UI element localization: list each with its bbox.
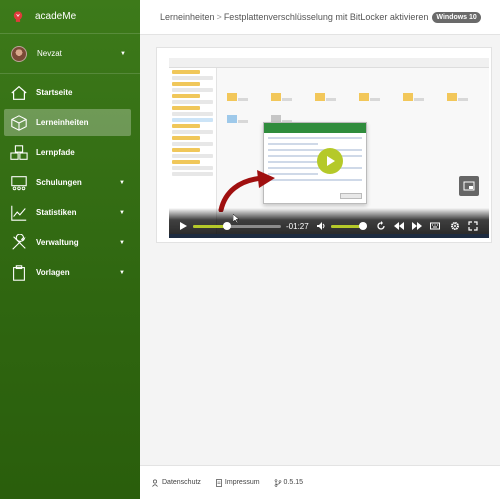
home-icon [10, 84, 28, 102]
privacy-label: Datenschutz [162, 479, 201, 486]
fullscreen-icon [468, 221, 478, 231]
keyboard-icon [430, 222, 440, 230]
sidebar: acadeMe Nevzat ▼ Startseite Lerneinheite… [0, 0, 140, 499]
play-button[interactable] [177, 220, 189, 232]
pip-icon [463, 181, 475, 191]
training-icon [10, 174, 28, 192]
volume-icon [317, 222, 325, 230]
video-frame-taskbar [169, 234, 489, 238]
sidebar-item-startseite[interactable]: Startseite [4, 79, 131, 106]
sidebar-item-label: Schulungen [36, 178, 82, 187]
version-info: 0.5.15 [274, 478, 304, 487]
caret-down-icon: ▼ [119, 269, 125, 276]
sidebar-item-label: Statistiken [36, 208, 77, 217]
rewind-button[interactable] [393, 220, 405, 232]
sidebar-item-label: Startseite [36, 88, 73, 97]
git-branch-icon [274, 478, 281, 487]
progress-fill [193, 225, 228, 228]
time-remaining: -01:27 [286, 222, 309, 231]
imprint-link[interactable]: Impressum [215, 478, 260, 487]
brand[interactable]: acadeMe [0, 0, 140, 34]
video-player[interactable]: -01:27 [169, 58, 489, 238]
picture-in-picture-button[interactable] [459, 176, 479, 196]
clipboard-icon [10, 264, 28, 282]
mouse-cursor-icon [233, 214, 239, 223]
main-content: -01:27 [140, 34, 500, 465]
video-frame-titlebar [169, 58, 489, 68]
red-arrow-icon [218, 170, 275, 212]
document-icon [216, 478, 222, 487]
fullscreen-button[interactable] [467, 220, 479, 232]
version-label: 0.5.15 [283, 479, 304, 486]
sidebar-item-label: Lerneinheiten [36, 118, 89, 127]
avatar [11, 45, 27, 62]
sidebar-nav: Startseite Lerneinheiten Lernpfade Schul… [0, 74, 140, 286]
privacy-link[interactable]: Datenschutz [152, 479, 201, 487]
sidebar-item-lerneinheiten[interactable]: Lerneinheiten [4, 109, 131, 136]
replay-button[interactable] [375, 220, 387, 232]
caret-down-icon: ▼ [120, 50, 126, 57]
boxes-icon [10, 144, 28, 162]
sidebar-item-label: Verwaltung [36, 238, 79, 247]
sidebar-item-label: Lernpfade [36, 148, 75, 157]
play-icon [180, 222, 187, 230]
volume-handle[interactable] [359, 222, 368, 230]
caret-down-icon: ▼ [119, 179, 125, 186]
mute-button[interactable] [315, 220, 327, 232]
sidebar-item-statistiken[interactable]: Statistiken ▼ [4, 199, 131, 226]
user-name: Nevzat [37, 49, 62, 58]
sidebar-item-label: Vorlagen [36, 268, 70, 277]
fast-forward-icon [412, 222, 422, 230]
breadcrumb-separator: > [216, 12, 222, 22]
play-overlay-button[interactable] [317, 148, 343, 174]
volume-slider[interactable] [331, 222, 368, 230]
caret-down-icon: ▼ [119, 209, 125, 216]
brand-name: acadeMe [35, 11, 77, 22]
chart-line-icon [10, 204, 28, 222]
video-card: -01:27 [156, 47, 492, 243]
video-frame-dialog [263, 122, 367, 204]
settings-button[interactable] [449, 220, 461, 232]
tools-icon [10, 233, 28, 252]
progress-handle[interactable] [223, 222, 232, 230]
breadcrumb-root[interactable]: Lerneinheiten [160, 12, 215, 22]
replay-icon [377, 221, 385, 230]
progress-bar[interactable] [193, 222, 281, 230]
sidebar-item-lernpfade[interactable]: Lernpfade [4, 139, 131, 166]
caret-down-icon: ▼ [119, 239, 125, 246]
breadcrumb: Lerneinheiten > Festplattenverschlüsselu… [140, 0, 500, 34]
forward-button[interactable] [411, 220, 423, 232]
sidebar-item-verwaltung[interactable]: Verwaltung ▼ [4, 229, 131, 256]
captions-button[interactable] [429, 220, 441, 232]
cube-icon [10, 114, 28, 132]
footer: Datenschutz Impressum 0.5.15 [140, 465, 500, 499]
gear-icon [451, 222, 459, 230]
imprint-label: Impressum [224, 479, 260, 486]
play-icon [327, 156, 335, 166]
user-menu[interactable]: Nevzat ▼ [0, 34, 140, 74]
os-badge: Windows 10 [432, 11, 481, 23]
rewind-icon [394, 222, 404, 230]
page-title: Festplattenverschlüsselung mit BitLocker… [223, 12, 429, 22]
user-shield-icon [152, 479, 158, 487]
sidebar-item-vorlagen[interactable]: Vorlagen ▼ [4, 259, 131, 286]
sidebar-item-schulungen[interactable]: Schulungen ▼ [4, 169, 131, 196]
lightbulb-logo-icon [13, 10, 23, 22]
